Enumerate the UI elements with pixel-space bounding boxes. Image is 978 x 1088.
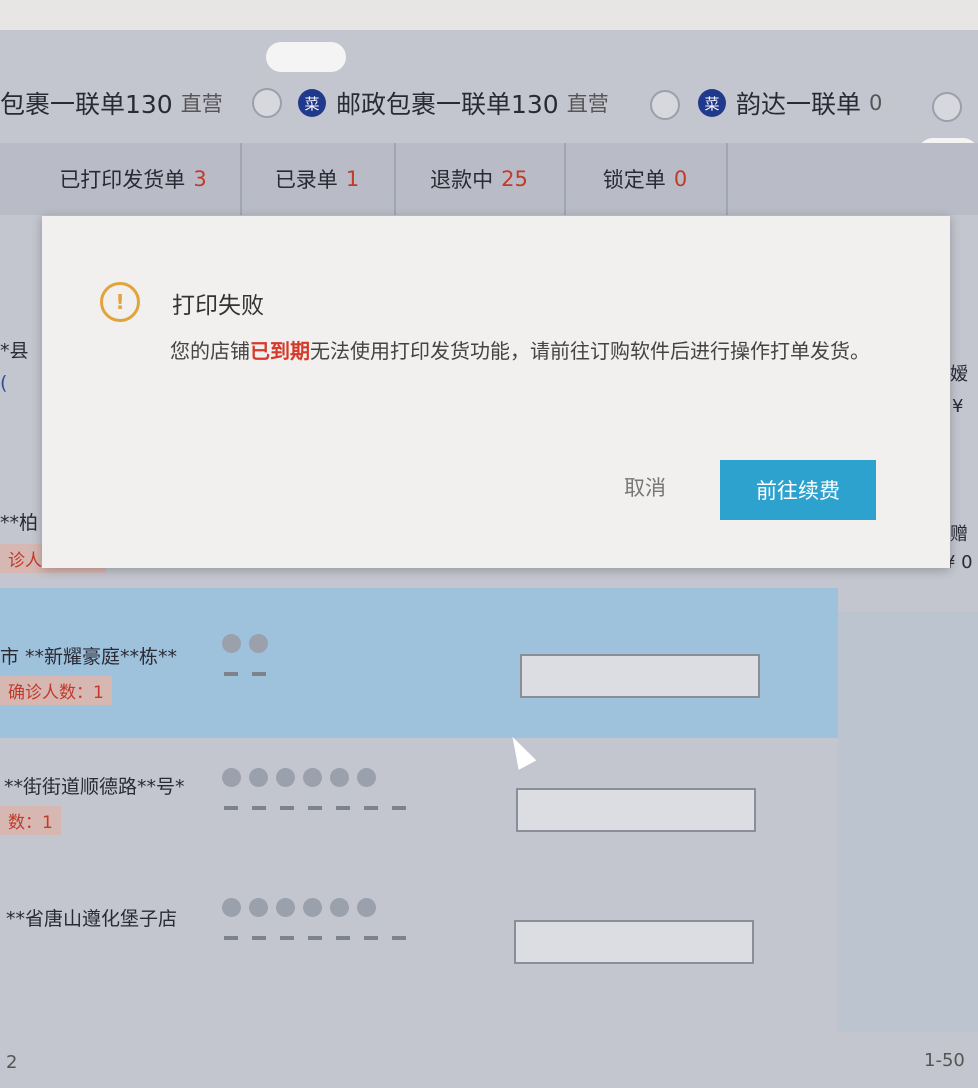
order-address: **街街道顺德路**号* [4,776,185,798]
product-qty [224,806,406,810]
carrier-radio-2[interactable] [252,88,282,118]
tab-refunding[interactable]: 退款中 25 [394,143,566,215]
carrier-option-1[interactable]: 包裹一联单130 直营 [0,85,223,121]
warning-icon: ! [100,282,140,322]
carrier-radio-3[interactable] [650,90,680,120]
tab-label: 退款中 [430,168,494,192]
tab-printed[interactable]: 已打印发货单 3 [26,143,242,215]
cancel-button[interactable]: 取消 [624,472,666,502]
side-price: ¥ [952,396,964,417]
carrier-tag: 直营 [566,92,609,116]
status-badge: 确诊人数：1 [0,676,112,705]
dialog-title: 打印失败 [172,293,264,319]
product-qty [224,936,406,940]
carrier-option-2[interactable]: 菜 邮政包裹一联单130 直营 [298,85,609,121]
product-thumbs [222,634,268,653]
tab-count: 0 [673,167,688,191]
order-sub: ( [0,372,8,394]
carrier-tag: 直营 [180,92,223,116]
product-thumbs [222,898,376,917]
blur-spot [266,42,346,72]
carrier-label: 韵达一联单 [736,90,862,119]
remark-input[interactable] [520,654,760,698]
expired-highlight: 已到期 [250,339,310,363]
order-status-tabs: 已打印发货单 3 已录单 1 退款中 25 锁定单 0 [0,143,978,215]
side-text: 赠 [950,524,968,545]
product-qty [224,672,266,676]
carrier-radio-4[interactable] [932,92,962,122]
cainiao-icon: 菜 [298,89,326,117]
pagination-current[interactable]: 2 [6,1052,17,1073]
tab-count: 1 [345,167,360,191]
remark-input[interactable] [514,920,754,964]
carrier-selector: 包裹一联单130 直营 菜 邮政包裹一联单130 直营 菜 韵达一联单 0 [0,70,978,136]
right-panel [838,612,978,1032]
order-address: *县 [0,340,29,362]
status-badge: 数：1 [0,806,61,835]
cainiao-icon: 菜 [698,89,726,117]
product-thumbs [222,768,376,787]
tab-label: 已打印发货单 [59,168,186,192]
carrier-option-3[interactable]: 菜 韵达一联单 0 [698,85,882,121]
browser-bookmark-bar [0,0,978,30]
message-prefix: 您的店铺 [170,339,250,363]
dialog-message: 您的店铺已到期无法使用打印发货功能，请前往订购软件后进行操作打单发货。 [170,334,890,368]
carrier-tag: 0 [869,91,883,115]
tab-count: 25 [501,167,528,191]
print-failed-dialog: ! 打印失败 您的店铺已到期无法使用打印发货功能，请前往订购软件后进行操作打单发… [42,216,950,568]
order-address: **柏 [0,512,39,534]
tab-locked[interactable]: 锁定单 0 [564,143,728,215]
tab-label: 已录单 [274,168,338,192]
message-suffix: 无法使用打印发货功能，请前往订购软件后进行操作打单发货。 [310,339,870,363]
side-text: 嫒 [950,364,968,385]
carrier-label: 包裹一联单130 [0,90,173,119]
tab-count: 3 [193,167,207,191]
remark-input[interactable] [516,788,756,832]
order-address: 市 **新耀豪庭**栋** [0,646,178,668]
tab-label: 锁定单 [602,168,666,192]
carrier-label: 邮政包裹一联单130 [336,90,559,119]
pagination-range: 1-50 [924,1050,965,1071]
tab-recorded[interactable]: 已录单 1 [240,143,396,215]
order-address: **省唐山遵化堡子店 [6,908,178,930]
renew-button[interactable]: 前往续费 [720,460,876,520]
